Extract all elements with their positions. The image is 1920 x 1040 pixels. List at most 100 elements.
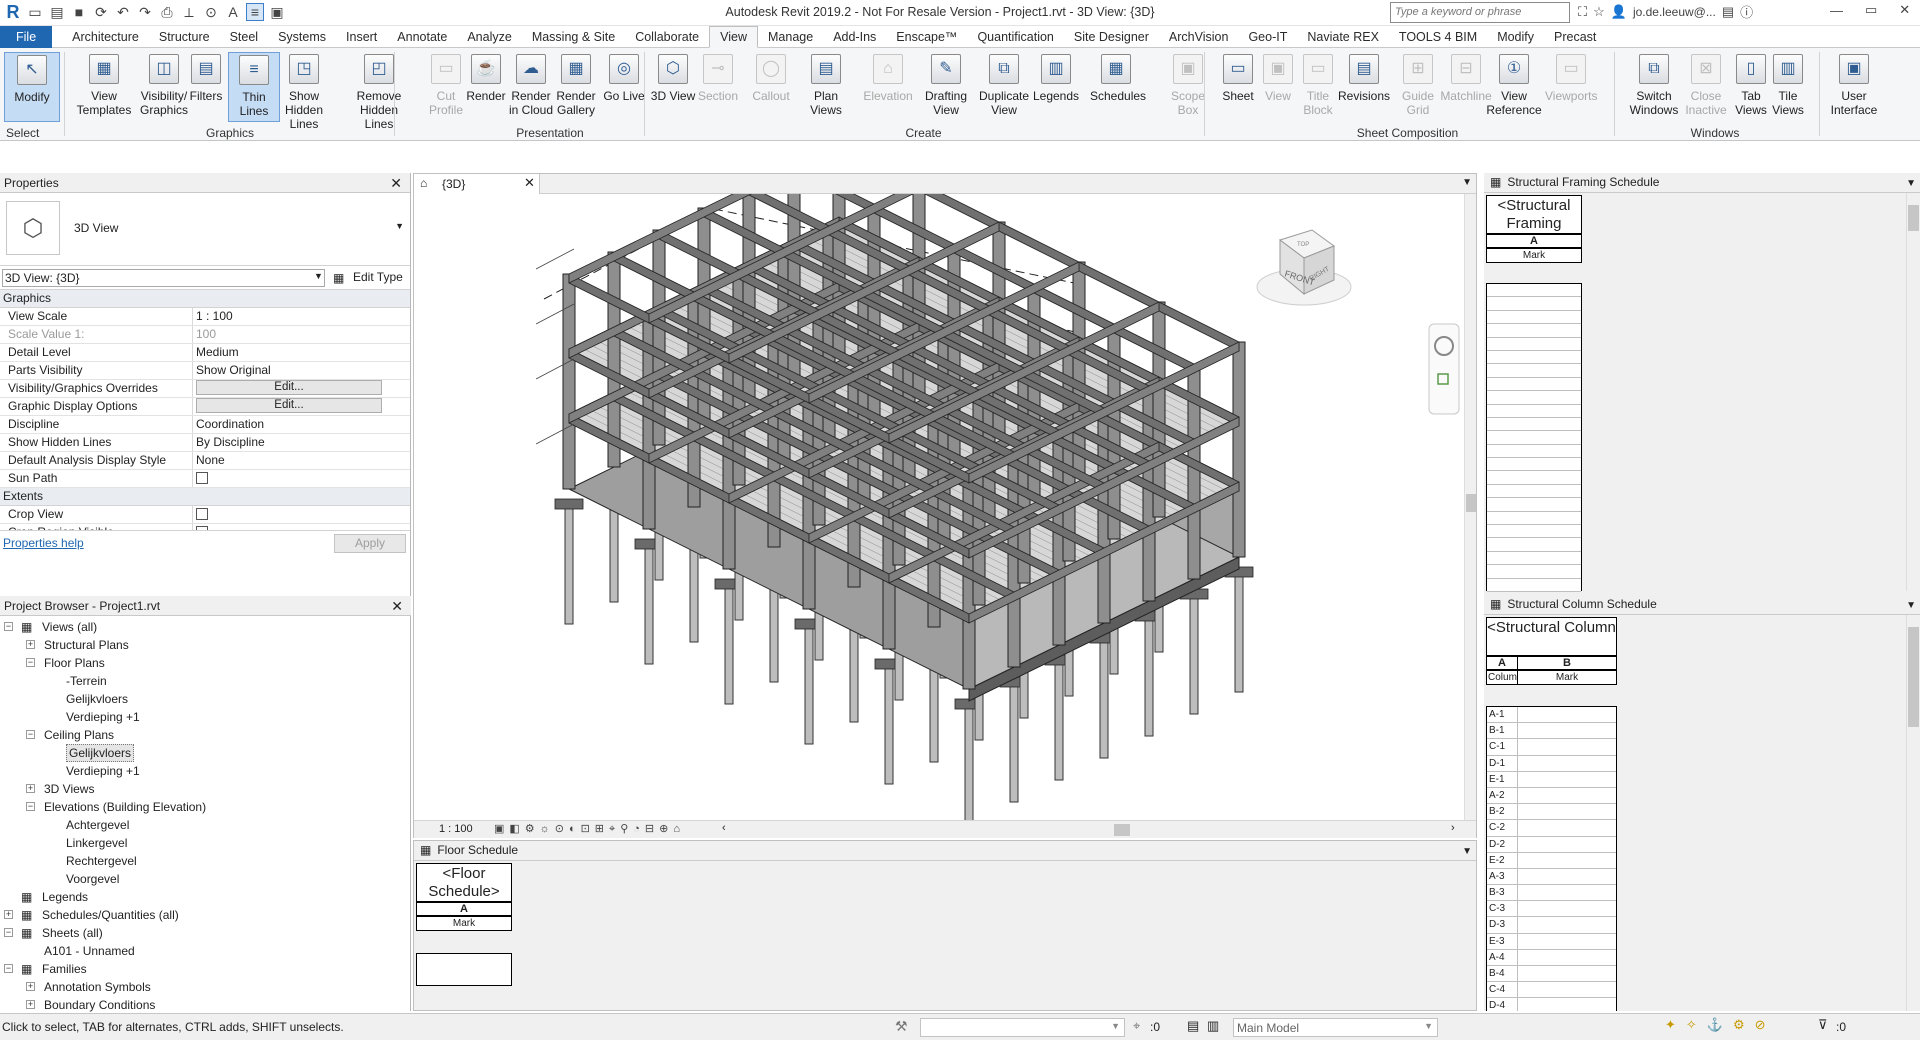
column-schedule-row[interactable]: C-2 <box>1487 820 1616 837</box>
framing-schedule-row[interactable] <box>1487 391 1581 405</box>
browser-item-label[interactable]: 3D Views <box>44 780 94 798</box>
text-icon[interactable]: A <box>224 3 242 21</box>
design-options-icon[interactable]: ▤ <box>1187 1018 1199 1034</box>
tab-file[interactable]: File <box>0 25 53 48</box>
prop-checkbox[interactable] <box>196 507 208 520</box>
expand-icon[interactable]: + <box>26 1000 35 1009</box>
framing-schedule-row[interactable] <box>1487 311 1581 325</box>
open-icon[interactable]: ▭ <box>26 3 44 21</box>
prop-row[interactable]: Visibility/Graphics Overrides Edit... <box>0 380 410 398</box>
column-schedule-row[interactable]: E-1 <box>1487 771 1616 788</box>
browser-item-label[interactable]: Gelijkvloers <box>66 744 135 762</box>
framing-schedule-row[interactable] <box>1487 512 1581 526</box>
framing-schedule-tab[interactable]: ▦ Structural Framing Schedule ▼ <box>1484 173 1920 193</box>
framing-schedule-row[interactable] <box>1487 525 1581 539</box>
tab-architecture[interactable]: Architecture <box>62 26 149 48</box>
browser-item-label[interactable]: Families <box>42 960 87 978</box>
browser-item-label[interactable]: Verdieping +1 <box>66 708 140 726</box>
collapse-icon[interactable]: − <box>4 622 13 631</box>
properties-help-link[interactable]: Properties help <box>3 536 84 550</box>
ribbon-section-button[interactable]: ⊸ Section <box>692 52 744 103</box>
column-schedule-row[interactable]: A-2 <box>1487 787 1616 805</box>
edit-type-icon[interactable]: ▦ <box>333 271 344 285</box>
browser-item[interactable]: +3D Views <box>0 780 411 798</box>
tab-steel[interactable]: Steel <box>220 26 269 48</box>
browser-item[interactable]: − ▦ Views (all) <box>0 618 411 636</box>
framing-schedule-row[interactable] <box>1487 445 1581 459</box>
prop-value[interactable]: Show Original <box>193 362 410 379</box>
ribbon-remove-hidden-lines-button[interactable]: ◰ Remove Hidden Lines <box>345 52 413 131</box>
tab-archvision[interactable]: ArchVision <box>1159 26 1239 48</box>
prop-value[interactable]: 100 <box>193 326 410 343</box>
ribbon-go-live-button[interactable]: ◎ Go Live <box>598 52 650 103</box>
browser-item[interactable]: Voorgevel <box>0 870 411 888</box>
column-schedule-row[interactable]: B-2 <box>1487 804 1616 821</box>
expand-icon[interactable]: + <box>26 982 35 991</box>
browser-item-label[interactable]: -Terrein <box>66 672 107 690</box>
browser-item-label[interactable]: Achtergevel <box>66 816 129 834</box>
help-icon[interactable]: ⓘ <box>1740 2 1753 21</box>
ribbon-callout-button[interactable]: ◯ Callout <box>745 52 797 103</box>
browser-item-label[interactable]: Verdieping +1 <box>66 762 140 780</box>
browser-item[interactable]: − ▦ Sheets (all) <box>0 924 411 942</box>
instance-selector[interactable]: 3D View: {3D} <box>2 269 325 287</box>
close-browser-icon[interactable]: ✕ <box>391 596 403 616</box>
selector-chevron-icon[interactable]: ▼ <box>314 271 323 281</box>
browser-item-label[interactable]: Ceiling Plans <box>44 726 114 744</box>
tab-massing-site[interactable]: Massing & Site <box>522 26 625 48</box>
prop-row[interactable]: Parts Visibility Show Original <box>0 362 410 380</box>
column-schedule-row[interactable]: A-4 <box>1487 949 1616 966</box>
tab-site-designer[interactable]: Site Designer <box>1064 26 1159 48</box>
tag-icon[interactable]: ⊙ <box>202 3 220 21</box>
browser-item-label[interactable]: A101 - Unnamed <box>44 942 135 960</box>
floor-schedule-window[interactable]: ▦ Floor Schedule ▼ <Floor Schedule> A Mar… <box>413 840 1477 1011</box>
browser-item[interactable]: + Structural Plans <box>0 636 411 654</box>
view-control-icons[interactable]: ▣◧⚙☼⊙◐⊡⊞⌖⚲◔⊟⊕⌂ <box>494 822 685 836</box>
workset-dropdown[interactable]: ▼ <box>920 1018 1125 1037</box>
framing-scrollbar[interactable] <box>1906 193 1920 591</box>
ribbon-filters-button[interactable]: ▤ Filters <box>180 52 232 103</box>
tab-geo-it[interactable]: Geo-IT <box>1238 26 1297 48</box>
tab-insert[interactable]: Insert <box>336 26 387 48</box>
column-scroll-thumb[interactable] <box>1908 627 1919 727</box>
undo-icon[interactable]: ↶ <box>114 3 132 21</box>
framing-schedule-row[interactable] <box>1487 471 1581 485</box>
browser-item[interactable]: Gelijkvloers <box>0 744 411 762</box>
prop-group-graphics[interactable]: Graphics <box>0 290 410 308</box>
ribbon-switch-windows-button[interactable]: ⧉ Switch Windows <box>1620 52 1688 117</box>
panel-select[interactable]: Select <box>4 126 60 140</box>
ribbon-title-block-button[interactable]: ▭ Title Block <box>1292 52 1344 117</box>
prop-row[interactable]: Default Analysis Display Style None <box>0 452 410 470</box>
browser-item[interactable]: Verdieping +1 <box>0 762 411 780</box>
browser-item-label[interactable]: Gelijkvloers <box>66 690 128 708</box>
revit-logo-icon[interactable]: R <box>4 2 22 22</box>
framing-schedule-row[interactable] <box>1487 378 1581 392</box>
ribbon-schedules-button[interactable]: ▦ Schedules <box>1090 52 1146 103</box>
ribbon-view-reference-button[interactable]: ① View Reference <box>1480 52 1548 117</box>
collapse-icon[interactable]: − <box>26 802 35 811</box>
tab-modify[interactable]: Modify <box>1487 26 1544 48</box>
column-schedule-menu-icon[interactable]: ▼ <box>1906 596 1916 615</box>
prop-checkbox[interactable] <box>196 471 208 484</box>
prop-value[interactable]: Medium <box>193 344 410 361</box>
ribbon-render-gallery-button[interactable]: ▦ Render Gallery <box>550 52 602 117</box>
browser-item-label[interactable]: Legends <box>42 888 88 906</box>
view-vertical-scrollbar[interactable] <box>1464 194 1476 820</box>
browser-item-label[interactable]: Sheets (all) <box>42 924 103 942</box>
folder-icon[interactable]: ▤ <box>48 3 66 21</box>
expand-icon[interactable]: + <box>26 640 35 649</box>
tab-manage[interactable]: Manage <box>758 26 823 48</box>
framing-schedule-row[interactable] <box>1487 565 1581 579</box>
framing-schedule-row[interactable] <box>1487 297 1581 311</box>
ribbon-drafting-view-button[interactable]: ✎ Drafting View <box>920 52 972 117</box>
framing-schedule-row[interactable] <box>1487 351 1581 365</box>
scroll-left-icon[interactable]: ‹ <box>722 822 726 834</box>
column-schedule-row[interactable]: E-2 <box>1487 852 1616 869</box>
selection-toggle-icons[interactable]: ✦✧⚓⚙⊘ <box>1665 1017 1776 1033</box>
prop-row[interactable]: Crop View <box>0 506 410 524</box>
view-scale-label[interactable]: 1 : 100 <box>439 823 473 835</box>
framing-schedule-row[interactable] <box>1487 458 1581 472</box>
prop-row[interactable]: Discipline Coordination <box>0 416 410 434</box>
column-schedule-row[interactable]: D-1 <box>1487 755 1616 772</box>
framing-schedule-row[interactable] <box>1487 552 1581 566</box>
